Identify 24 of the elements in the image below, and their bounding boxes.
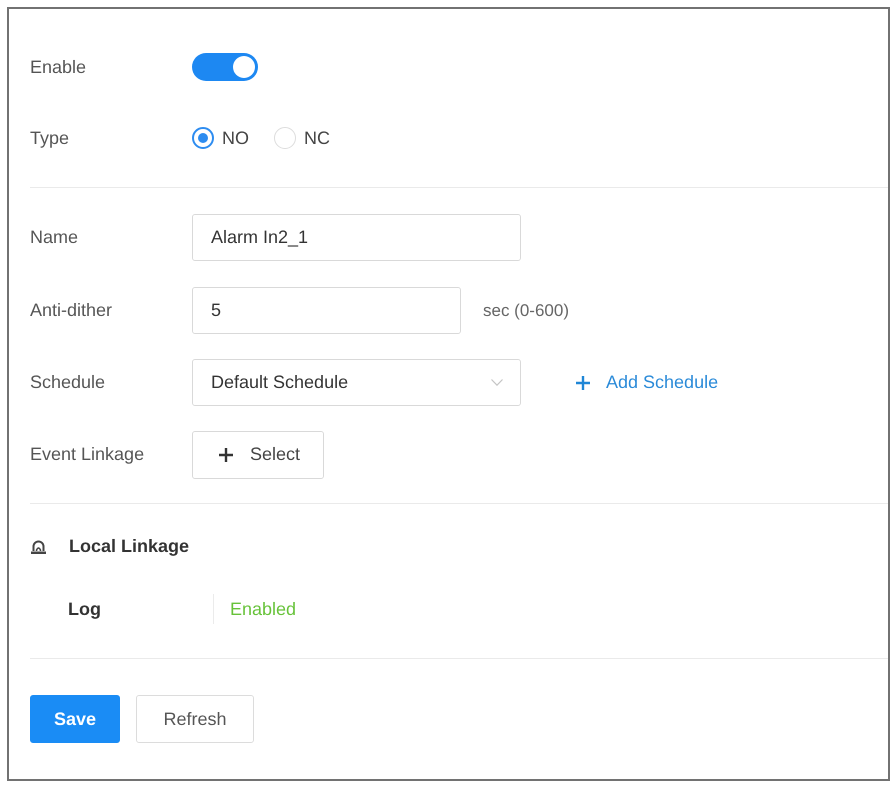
plus-icon <box>219 448 233 462</box>
siren-icon <box>31 538 46 554</box>
select-button[interactable]: Select <box>192 430 324 478</box>
field-label: Type <box>30 128 70 148</box>
toggle-switch[interactable] <box>192 53 258 81</box>
chevron-down-icon <box>491 379 503 386</box>
field-label: Schedule <box>30 372 106 393</box>
status-text: Enabled <box>229 598 296 620</box>
field-label: Name <box>30 227 80 248</box>
field-label: Anti-dither <box>30 300 114 321</box>
section-title: Local Linkage <box>69 536 190 556</box>
field-label: Event Linkage <box>30 444 146 465</box>
add-schedule-link[interactable]: Add Schedule <box>576 372 718 393</box>
secondary-button[interactable]: Refresh <box>136 695 254 743</box>
text-input[interactable]: Alarm In2_1 <box>192 214 521 261</box>
plus-icon <box>576 376 590 390</box>
radio-option[interactable]: NO <box>192 127 249 149</box>
item-label: Log <box>68 598 102 620</box>
dropdown-select[interactable]: Default Schedule <box>192 359 521 406</box>
unit-hint: sec (0-600) <box>483 300 569 320</box>
radio-option[interactable]: NC <box>274 127 330 149</box>
field-label: Enable <box>30 56 88 78</box>
radio-icon[interactable] <box>192 127 214 149</box>
text-input[interactable]: 5 <box>192 287 461 334</box>
